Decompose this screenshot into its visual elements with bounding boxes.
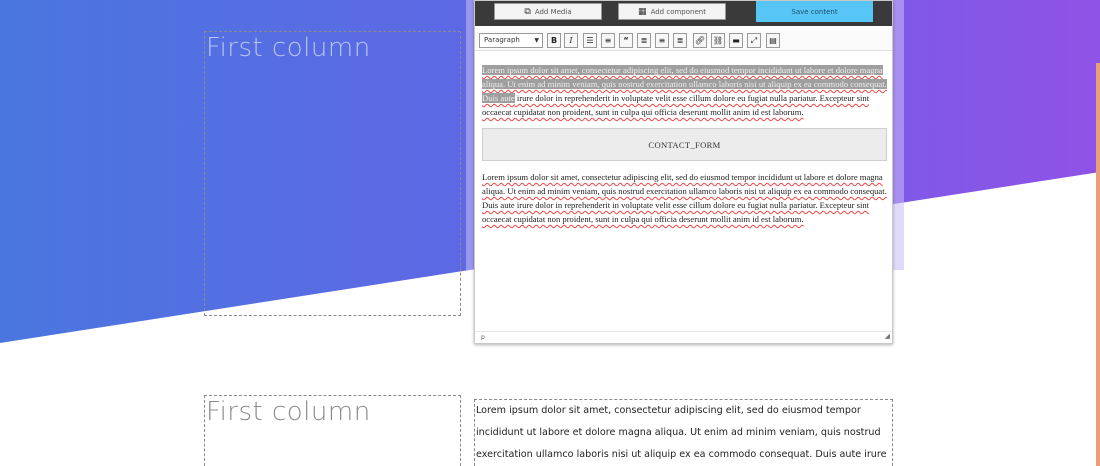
contact-form-shortcode[interactable]: CONTACT_FORM	[482, 128, 887, 161]
rich-text-editor[interactable]: ⧉ Add Media ▦ Add component Save content…	[474, 0, 893, 344]
unlink-icon[interactable]: ⛓	[711, 33, 725, 48]
resize-grip-icon[interactable]: ◢	[885, 331, 890, 342]
horizontal-rule-icon[interactable]: ▬	[729, 33, 743, 48]
editor-top-bar: ⧉ Add Media ▦ Add component Save content	[475, 1, 892, 26]
grid-icon: ▦	[638, 6, 647, 17]
add-media-label: Add Media	[534, 7, 572, 16]
italic-icon[interactable]: I	[564, 33, 578, 48]
paragraph-1-rest: irure dolor in reprehenderit in voluptat…	[482, 93, 870, 117]
kitchen-sink-icon[interactable]: ▤	[766, 33, 780, 48]
save-content-button[interactable]: Save content	[756, 1, 873, 22]
status-path-text[interactable]: p	[481, 334, 485, 341]
blockquote-icon[interactable]: “	[619, 33, 633, 48]
add-component-button[interactable]: ▦ Add component	[618, 3, 726, 20]
chevron-down-icon: ▼	[534, 37, 539, 44]
editor-status-path: p ◢	[475, 331, 892, 343]
bold-icon[interactable]: B	[547, 33, 561, 48]
first-column-title: First column	[206, 33, 371, 63]
format-select-value: Paragraph	[484, 36, 520, 44]
numbered-list-icon[interactable]: ≡	[601, 33, 615, 48]
align-center-icon[interactable]: ≡	[655, 33, 669, 48]
align-left-icon[interactable]: ≣	[637, 33, 651, 48]
second-column-text[interactable]: Lorem ipsum dolor sit amet, consectetur …	[474, 399, 893, 466]
accent-line	[1096, 63, 1100, 466]
editor-toolbar: Paragraph ▼ B I ☰ ≡ “ ≣ ≡ ≣ 🔗︎ ⛓ ▬ ⤢ ▤	[475, 31, 892, 51]
paragraph-1: Lorem ipsum dolor sit amet, consectetur …	[482, 63, 887, 119]
media-icon: ⧉	[524, 6, 531, 17]
fullscreen-icon[interactable]: ⤢	[747, 33, 761, 48]
format-select[interactable]: Paragraph ▼	[479, 33, 543, 48]
link-icon[interactable]: 🔗︎	[693, 33, 707, 48]
add-component-label: Add component	[650, 7, 706, 16]
align-right-icon[interactable]: ≣	[673, 33, 687, 48]
editor-content[interactable]: Lorem ipsum dolor sit amet, consectetur …	[482, 63, 887, 226]
paragraph-2: Lorem ipsum dolor sit amet, consectetur …	[482, 172, 887, 224]
bullet-list-icon[interactable]: ☰	[583, 33, 597, 48]
second-first-column-title: First column	[206, 397, 371, 427]
add-media-button[interactable]: ⧉ Add Media	[494, 3, 602, 20]
first-column-box[interactable]	[204, 31, 461, 316]
